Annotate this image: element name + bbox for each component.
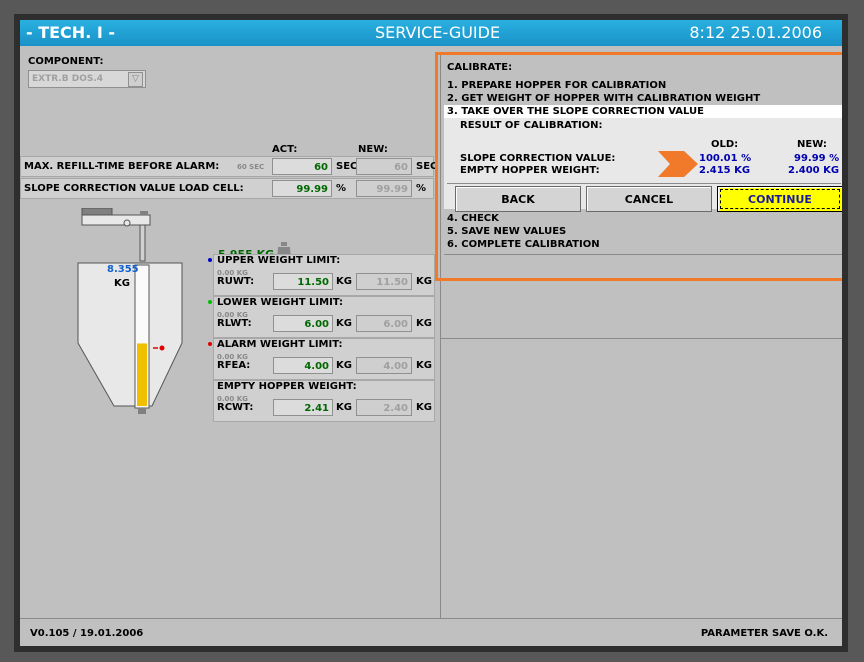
active-step-panel: 3. TAKE OVER THE SLOPE CORRECTION VALUE … — [444, 105, 842, 212]
hopper-body — [77, 262, 183, 407]
slope-act-unit: % — [336, 183, 347, 194]
lower-limit-title: LOWER WEIGHT LIMIT: — [217, 297, 344, 308]
feeder-flange — [140, 211, 148, 215]
step-3: 3. TAKE OVER THE SLOPE CORRECTION VALUE — [447, 106, 705, 117]
step-2: 2. GET WEIGHT OF HOPPER WITH CALIBRATION… — [447, 93, 761, 104]
alarm-limit-unit: KG — [336, 360, 352, 371]
continue-button[interactable]: CONTINUE — [717, 186, 842, 212]
step-1: 1. PREPARE HOPPER FOR CALIBRATION — [447, 80, 667, 91]
calibrate-title: CALIBRATE: — [447, 62, 513, 73]
status-message: PARAMETER SAVE O.K. — [700, 628, 828, 639]
step-4: 4. CHECK — [447, 213, 499, 224]
alarm-limit-new-unit: KG — [416, 360, 432, 371]
empty-old: 2.415 KG — [699, 165, 751, 176]
new-header: NEW: — [358, 144, 388, 155]
refill-time-label: MAX. REFILL-TIME BEFORE ALARM: — [24, 161, 220, 172]
new-header-cal: NEW: — [797, 139, 827, 150]
step-5: 5. SAVE NEW VALUES — [447, 226, 567, 237]
alarm-limit-title: ALARM WEIGHT LIMIT: — [217, 339, 343, 350]
act-header: ACT: — [272, 144, 298, 155]
component-value: EXTR.B DOS.4 — [32, 74, 104, 84]
refill-time-new[interactable]: 60 — [356, 158, 412, 175]
old-header: OLD: — [711, 139, 739, 150]
empty-weight-new[interactable]: 2.40 — [356, 399, 412, 416]
arrow-right-icon — [658, 151, 698, 177]
hopper-stem — [139, 224, 146, 262]
feeder-roller — [123, 219, 131, 227]
refill-time-act-unit: SEC — [336, 161, 358, 172]
empty-weight-title: EMPTY HOPPER WEIGHT: — [217, 381, 357, 392]
empty-new-cal: 2.400 KG — [788, 165, 840, 176]
back-button[interactable]: BACK — [455, 186, 581, 212]
empty-weight-code: RCWT: — [217, 402, 254, 413]
hmi-screen: - TECH. I - SERVICE-GUIDE 8:12 25.01.200… — [20, 20, 842, 646]
component-dropdown[interactable]: EXTR.B DOS.4 ▽ — [28, 70, 146, 88]
step-6: 6. COMPLETE CALIBRATION — [447, 239, 600, 250]
alarm-limit-new[interactable]: 4.00 — [356, 357, 412, 374]
result-separator — [447, 183, 841, 184]
lower-limit-unit: KG — [336, 318, 352, 329]
level-base — [138, 408, 146, 414]
slope-new[interactable]: 99.99 — [356, 180, 412, 197]
empty-weight-unit: KG — [336, 402, 352, 413]
hopper-level-value: 8.355 — [107, 264, 139, 275]
upper-limit-code: RUWT: — [217, 276, 255, 287]
slope-old: 100.01 % — [699, 153, 752, 164]
slope-result-label: SLOPE CORRECTION VALUE: — [460, 153, 616, 164]
upper-limit-unit: KG — [336, 276, 352, 287]
upper-limit-new-unit: KG — [416, 276, 432, 287]
level-fill — [137, 343, 147, 406]
clock: 8:12 25.01.2006 — [689, 23, 822, 42]
slope-new-unit: % — [416, 183, 427, 194]
alarm-limit-code: RFEA: — [217, 360, 251, 371]
lower-limit-act: 6.00 — [273, 315, 333, 332]
refill-time-act: 60 — [272, 158, 332, 175]
lower-limit-code: RLWT: — [217, 318, 252, 329]
slope-new-cal: 99.99 % — [794, 153, 840, 164]
right-divider — [441, 338, 842, 339]
chevron-down-icon[interactable]: ▽ — [128, 72, 143, 87]
hopper-diagram — [77, 208, 183, 414]
hopper-level-unit: KG — [114, 278, 130, 289]
version-label: V0.105 / 19.01.2006 — [30, 628, 144, 639]
user-level: - TECH. I - — [26, 23, 115, 42]
alarm-dot — [159, 345, 165, 351]
page-title: SERVICE-GUIDE — [375, 23, 501, 42]
upper-limit-title: UPPER WEIGHT LIMIT: — [217, 255, 341, 266]
upper-limit-act: 11.50 — [273, 273, 333, 290]
feeder-motor — [81, 208, 113, 216]
footer-divider — [20, 618, 842, 619]
title-bar: - TECH. I - SERVICE-GUIDE 8:12 25.01.200… — [20, 20, 842, 46]
upper-limit-dot-icon — [208, 258, 212, 262]
lower-limit-new-unit: KG — [416, 318, 432, 329]
result-title: RESULT OF CALIBRATION: — [460, 120, 603, 131]
slope-label: SLOPE CORRECTION VALUE LOAD CELL: — [24, 183, 244, 194]
cancel-button[interactable]: CANCEL — [586, 186, 712, 212]
lower-limit-new[interactable]: 6.00 — [356, 315, 412, 332]
refill-time-default: 60 SEC — [237, 163, 265, 171]
feeder-pipe — [81, 214, 151, 226]
alarm-limit-act: 4.00 — [273, 357, 333, 374]
empty-weight-act: 2.41 — [273, 399, 333, 416]
slope-act: 99.99 — [272, 180, 332, 197]
lower-limit-dot-icon — [208, 300, 212, 304]
steps-separator — [444, 254, 842, 255]
empty-result-label: EMPTY HOPPER WEIGHT: — [460, 165, 600, 176]
component-label: COMPONENT: — [28, 56, 104, 67]
upper-limit-new[interactable]: 11.50 — [356, 273, 412, 290]
alarm-limit-dot-icon — [208, 342, 212, 346]
calibration-wizard: CALIBRATE: 1. PREPARE HOPPER FOR CALIBRA… — [435, 52, 842, 281]
empty-weight-new-unit: KG — [416, 402, 432, 413]
